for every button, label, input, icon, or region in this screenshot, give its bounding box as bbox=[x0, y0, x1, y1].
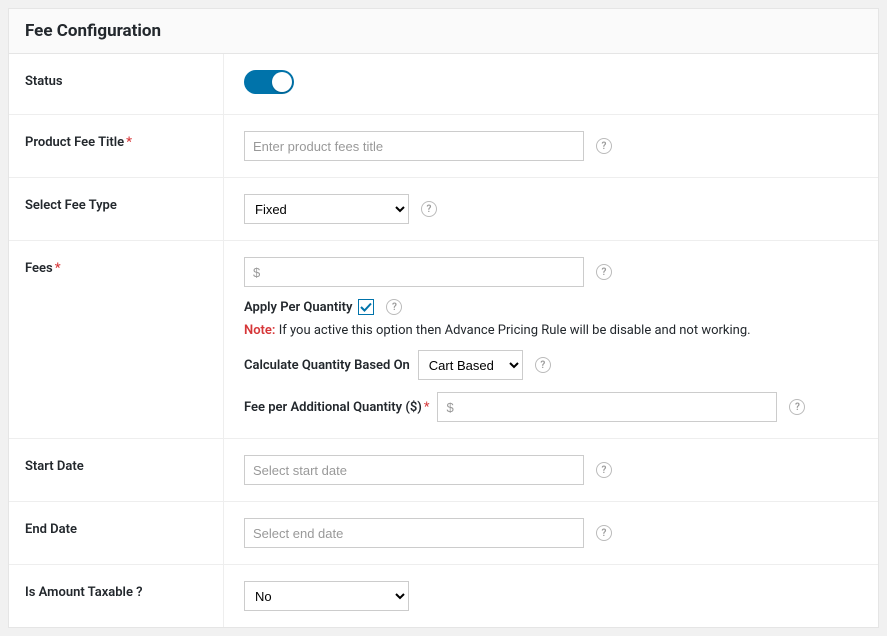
required-marker: * bbox=[55, 261, 61, 276]
help-icon[interactable]: ? bbox=[386, 299, 402, 315]
fee-type-select[interactable]: Fixed bbox=[244, 194, 409, 224]
apply-per-qty-label: Apply Per Quantity bbox=[244, 300, 352, 315]
fees-input[interactable] bbox=[244, 257, 584, 287]
fee-config-panel: Fee Configuration Status Product Fee Tit… bbox=[8, 8, 879, 628]
end-date-input[interactable] bbox=[244, 518, 584, 548]
help-icon[interactable]: ? bbox=[535, 357, 551, 373]
page-title: Fee Configuration bbox=[25, 21, 862, 41]
apply-per-qty-checkbox[interactable] bbox=[358, 299, 374, 315]
row-taxable: Is Amount Taxable ? No bbox=[9, 565, 878, 627]
help-icon[interactable]: ? bbox=[596, 138, 612, 154]
panel-header: Fee Configuration bbox=[9, 9, 878, 54]
note-text: Note: If you active this option then Adv… bbox=[244, 323, 858, 338]
fee-type-label: Select Fee Type bbox=[9, 178, 224, 240]
calc-label: Calculate Quantity Based On bbox=[244, 358, 410, 373]
product-fee-title-input[interactable] bbox=[244, 131, 584, 161]
end-date-label: End Date bbox=[9, 502, 224, 564]
help-icon[interactable]: ? bbox=[596, 462, 612, 478]
per-additional-input[interactable] bbox=[437, 392, 777, 422]
start-date-label: Start Date bbox=[9, 439, 224, 501]
row-fee-type: Select Fee Type Fixed ? bbox=[9, 178, 878, 241]
required-marker: * bbox=[424, 400, 430, 415]
help-icon[interactable]: ? bbox=[596, 264, 612, 280]
taxable-select[interactable]: No bbox=[244, 581, 409, 611]
row-status: Status bbox=[9, 54, 878, 115]
status-label: Status bbox=[9, 54, 224, 114]
taxable-label: Is Amount Taxable ? bbox=[9, 565, 224, 627]
status-toggle[interactable] bbox=[244, 70, 294, 94]
help-icon[interactable]: ? bbox=[421, 201, 437, 217]
row-start-date: Start Date ? bbox=[9, 439, 878, 502]
title-label: Product Fee Title bbox=[25, 135, 124, 150]
fees-label: Fees bbox=[25, 261, 53, 276]
per-additional-label: Fee per Additional Quantity ($) bbox=[244, 400, 422, 415]
row-title: Product Fee Title* ? bbox=[9, 115, 878, 178]
help-icon[interactable]: ? bbox=[789, 399, 805, 415]
row-fees: Fees* ? Apply Per Quantity ? Note: If yo… bbox=[9, 241, 878, 439]
required-marker: * bbox=[126, 135, 132, 150]
start-date-input[interactable] bbox=[244, 455, 584, 485]
row-end-date: End Date ? bbox=[9, 502, 878, 565]
calc-quantity-select[interactable]: Cart Based bbox=[418, 350, 523, 380]
help-icon[interactable]: ? bbox=[596, 525, 612, 541]
